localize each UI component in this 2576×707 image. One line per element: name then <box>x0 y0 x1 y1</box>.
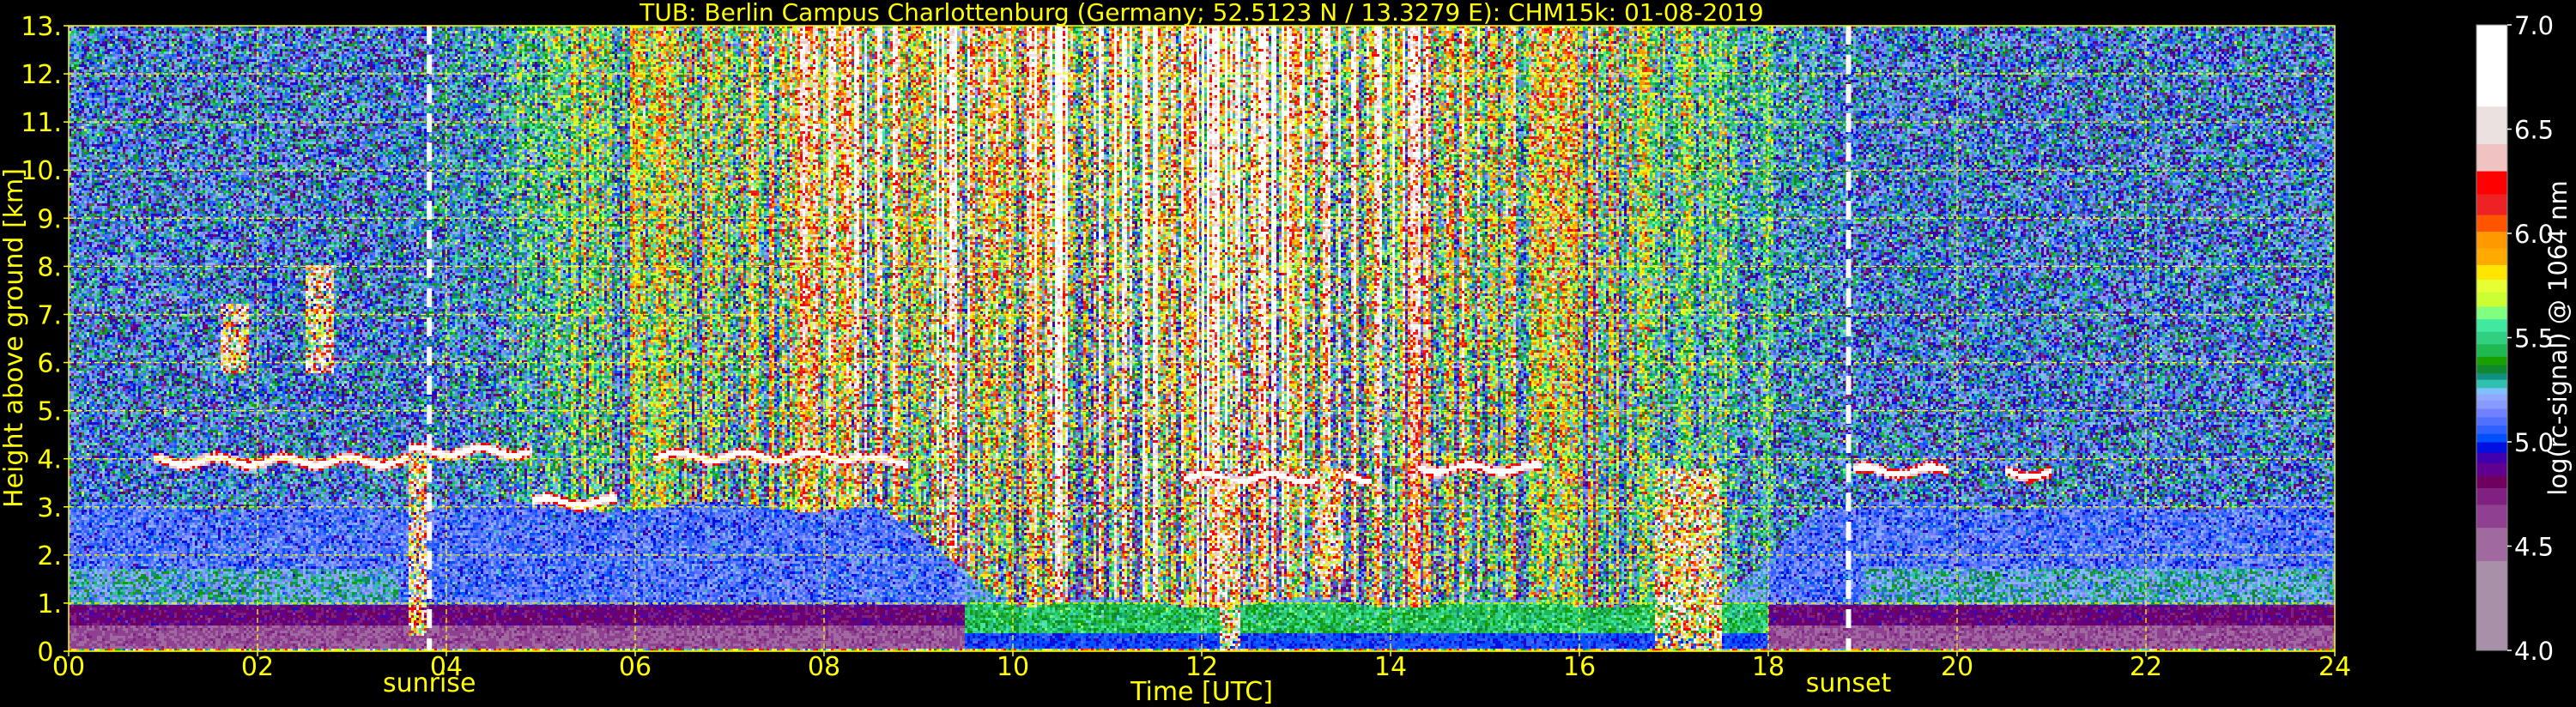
colorbar-swatch <box>2476 106 2507 145</box>
colorbar-swatch <box>2476 462 2507 476</box>
colorbar-swatch <box>2476 264 2507 280</box>
colorbar-swatch <box>2476 231 2507 249</box>
colorbar-swatch <box>2476 143 2507 172</box>
colorbar-swatch <box>2476 527 2507 562</box>
sun-lines <box>427 26 1852 651</box>
y-tick-label: 13. <box>21 12 62 42</box>
colorbar-swatch <box>2476 193 2507 215</box>
colorbar-swatch <box>2476 343 2507 357</box>
y-tick-label: 11. <box>21 108 62 138</box>
x-tick-label: 16 <box>1563 652 1596 682</box>
y-tick-label: 2. <box>37 541 62 571</box>
x-tick-label: 20 <box>1941 652 1973 682</box>
colorbar-swatch <box>2476 279 2507 293</box>
x-tick-label: 08 <box>808 652 840 682</box>
x-tick-label: 18 <box>1752 652 1785 682</box>
colorbar-swatch <box>2476 25 2507 107</box>
colorbar-swatch <box>2476 504 2507 529</box>
colorbar-swatch <box>2476 215 2507 233</box>
y-tick-label: 6. <box>37 349 62 379</box>
y-axis-label: Height above ground [km] <box>0 168 29 508</box>
colorbar: 4.04.55.05.56.06.57.0 <box>2476 11 2554 666</box>
x-axis-label: Time [UTC] <box>1130 677 1273 707</box>
x-tick-label: 06 <box>619 652 652 682</box>
colorbar-swatch <box>2476 306 2507 320</box>
colorbar-swatch <box>2476 487 2507 505</box>
x-tick-label: 10 <box>997 652 1029 682</box>
colorbar-swatch <box>2476 400 2507 409</box>
colorbar-swatch <box>2476 171 2507 195</box>
colorbar-tick-label: 6.5 <box>2514 116 2554 145</box>
x-tick-label: 22 <box>2130 652 2162 682</box>
colorbar-tick-label: 7.0 <box>2514 11 2554 40</box>
colorbar-swatch <box>2476 433 2507 443</box>
x-tick-label: 00 <box>52 652 85 682</box>
colorbar-swatch <box>2476 356 2507 366</box>
grid-lines <box>69 26 2335 651</box>
colorbar-swatch <box>2476 379 2507 389</box>
sunset-label: sunset <box>1806 668 1892 698</box>
y-tick-label: 1. <box>37 589 62 619</box>
colorbar-swatch <box>2476 292 2507 307</box>
colorbar-swatch <box>2476 425 2507 434</box>
x-tick-label: 14 <box>1374 652 1407 682</box>
colorbar-swatch <box>2476 408 2507 418</box>
chart-title: TUB: Berlin Campus Charlottenburg (Germa… <box>639 0 1763 27</box>
colorbar-swatch <box>2476 416 2507 426</box>
colorbar-label: log(rc-signal) @ 1064 nm <box>2543 180 2573 495</box>
y-tick-label: 5. <box>37 397 62 427</box>
x-tick-label: 02 <box>241 652 274 682</box>
y-tick-label: 7. <box>37 300 62 330</box>
colorbar-swatch <box>2476 442 2507 453</box>
colorbar-swatch <box>2476 248 2507 265</box>
y-tick-label: 9. <box>37 204 62 234</box>
y-tick-label: 4. <box>37 445 62 475</box>
colorbar-swatch <box>2476 318 2507 332</box>
colorbar-swatch <box>2476 394 2507 401</box>
y-tick-label: 3. <box>37 493 62 523</box>
colorbar-tick-label: 4.0 <box>2514 637 2554 666</box>
colorbar-swatch <box>2476 331 2507 345</box>
colorbar-swatch <box>2476 372 2507 380</box>
chart-overlay: TUB: Berlin Campus Charlottenburg (Germa… <box>0 0 2573 707</box>
sunrise-label: sunrise <box>383 668 476 698</box>
colorbar-swatch <box>2476 560 2507 651</box>
y-tick-label: 8. <box>37 252 62 282</box>
x-tick-label: 24 <box>2318 652 2351 682</box>
colorbar-swatch <box>2476 474 2507 488</box>
colorbar-swatch <box>2476 387 2507 395</box>
colorbar-swatch <box>2476 365 2507 374</box>
colorbar-tick-label: 4.5 <box>2514 533 2554 562</box>
y-tick-label: 12. <box>21 60 62 90</box>
colorbar-swatch <box>2476 452 2507 463</box>
